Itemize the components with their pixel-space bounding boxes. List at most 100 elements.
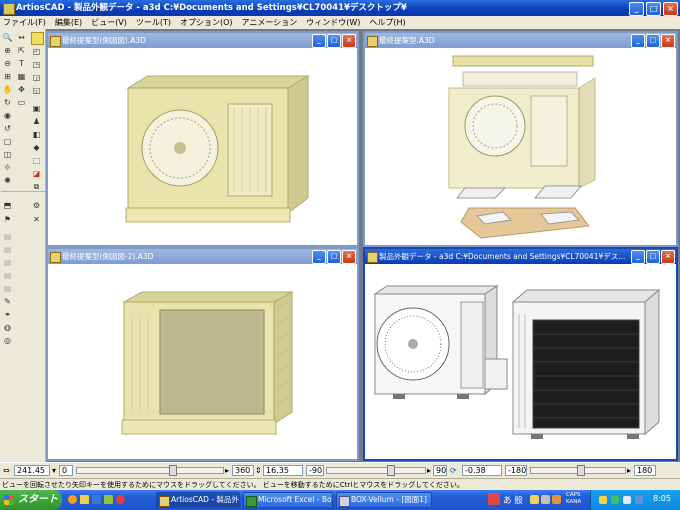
viewer-window-main[interactable]: 最終提案型.A3D _ □ × (363, 31, 678, 247)
window-icon[interactable]: ▭ (16, 97, 27, 108)
security-icon[interactable] (611, 496, 619, 504)
select-box-icon[interactable]: ▢ (2, 136, 13, 147)
3d-viewport[interactable] (365, 48, 676, 245)
globe-icon[interactable]: ◍ (2, 322, 13, 333)
min-elevation-field[interactable]: -90 (306, 465, 324, 476)
window-close-button[interactable]: × (342, 34, 356, 48)
folder-quicklaunch-icon[interactable] (80, 495, 89, 504)
menu-window[interactable]: ウィンドウ(W) (306, 17, 360, 28)
window-close-button[interactable]: × (661, 34, 675, 48)
viewer-window-side[interactable]: 最終提案型(側図図).A3D _ □ × (46, 31, 359, 247)
viewer-window-side-2[interactable]: 最終提案型(側図図-2).A3D _ □ × (46, 247, 359, 461)
menu-view[interactable]: ビュー(V) (91, 17, 127, 28)
distance-field[interactable]: 241.45 (14, 465, 50, 476)
slider-arrow-icon[interactable]: ▸ (427, 465, 431, 476)
roll-field[interactable]: -0.38 (462, 465, 502, 476)
max-angle-field[interactable]: 360 (232, 465, 254, 476)
desktop-quicklaunch-icon[interactable] (104, 495, 113, 504)
cube-small-icon[interactable]: ◫ (2, 149, 13, 160)
move-icon[interactable]: ✥ (16, 84, 27, 95)
3d-viewport[interactable] (365, 264, 676, 459)
window-close-button[interactable]: × (342, 250, 356, 264)
animate-icon[interactable]: ⚙ (31, 200, 42, 211)
slider-thumb[interactable] (387, 465, 395, 476)
volume-icon[interactable] (623, 496, 631, 504)
app-quicklaunch-icon[interactable] (116, 495, 125, 504)
task-box-vellum[interactable]: BOX-Vellum - [図面1] (336, 492, 432, 508)
zoom-icon[interactable]: 🔍 (2, 32, 13, 43)
task-excel[interactable]: Microsoft Excel - Bo... (243, 492, 333, 508)
pencil-icon[interactable]: ✎ (2, 296, 13, 307)
task-artioscad[interactable]: ArtiosCAD - 製品外... (156, 492, 240, 508)
roll-slider[interactable] (530, 465, 626, 476)
start-button[interactable]: スタート (0, 490, 62, 510)
light-bulb-icon[interactable]: ☼ (2, 162, 13, 173)
menu-tools[interactable]: ツール(T) (136, 17, 171, 28)
text-icon[interactable]: T (16, 58, 27, 69)
firefox-quicklaunch-icon[interactable] (68, 495, 77, 504)
slider-arrow-icon[interactable]: ▸ (225, 465, 229, 476)
camera-icon[interactable]: ▣ (31, 103, 42, 114)
cube-top-icon[interactable]: ◲ (31, 72, 42, 83)
window-close-button[interactable]: × (661, 250, 675, 264)
zoom-out-icon[interactable]: ⊖ (2, 58, 13, 69)
min-angle-field[interactable]: 0 (59, 465, 73, 476)
network-icon[interactable] (599, 496, 607, 504)
window-minimize-button[interactable]: _ (631, 34, 645, 48)
zoom-fit-icon[interactable]: ⊞ (2, 71, 13, 82)
cube-red-icon[interactable]: ◪ (31, 168, 42, 179)
min-roll-field[interactable]: -180 (505, 465, 527, 476)
window-maximize-button[interactable]: □ (327, 34, 341, 48)
cube-wire-icon[interactable]: ⬚ (31, 155, 42, 166)
3d-viewport[interactable] (48, 264, 357, 459)
ime-settings-icon[interactable] (552, 495, 561, 504)
rotate-icon[interactable]: ↺ (2, 123, 13, 134)
distance-spin-icon[interactable]: ▾ (52, 465, 56, 476)
viewer-window-product[interactable]: 製品外観データ - a3d C:¥Documents and Settings¥… (363, 247, 678, 461)
window-minimize-button[interactable]: _ (631, 250, 645, 264)
cube-front-icon[interactable]: ◰ (31, 46, 42, 57)
max-elevation-field[interactable]: 90 (433, 465, 447, 476)
elevation-field[interactable]: 16.35 (263, 465, 303, 476)
3d-viewport[interactable] (48, 48, 357, 245)
horizontal-rotate-slider[interactable] (76, 465, 224, 476)
measure-icon[interactable]: ↔ (16, 32, 27, 43)
link-icon[interactable]: ⚭ (2, 309, 13, 320)
window-title-bar[interactable]: 最終提案型.A3D _ □ × (365, 33, 676, 48)
window-maximize-button[interactable]: □ (327, 250, 341, 264)
window-maximize-button[interactable]: □ (646, 34, 660, 48)
pan-icon[interactable]: ✋ (2, 84, 13, 95)
window-title-bar[interactable]: 製品外観データ - a3d C:¥Documents and Settings¥… (365, 249, 676, 264)
select-arrow-icon[interactable]: ⇱ (16, 45, 27, 56)
cube-iso-icon[interactable]: ◱ (31, 85, 42, 96)
minimize-button[interactable]: _ (629, 2, 644, 16)
ime-tool-icon[interactable] (488, 493, 500, 505)
ime-dictionary-icon[interactable] (530, 495, 539, 504)
window-minimize-button[interactable]: _ (312, 34, 326, 48)
light-settings-icon[interactable]: ✺ (2, 175, 13, 186)
menu-animation[interactable]: アニメーション (242, 17, 298, 28)
ie-quicklaunch-icon[interactable] (92, 495, 101, 504)
maximize-button[interactable]: □ (646, 2, 661, 16)
person-icon[interactable]: ♟ (31, 116, 42, 127)
menu-options[interactable]: オプション(O) (180, 17, 233, 28)
clock[interactable]: 8:05 (653, 494, 671, 503)
menu-edit[interactable]: 編集(E) (55, 17, 82, 28)
tools-icon[interactable]: ✕ (31, 214, 42, 225)
slider-thumb[interactable] (577, 465, 585, 476)
flag-icon[interactable]: ⚑ (2, 214, 13, 225)
window-title-bar[interactable]: 最終提案型(側図図-2).A3D _ □ × (48, 249, 357, 264)
vertical-rotate-slider[interactable] (326, 465, 426, 476)
max-roll-field[interactable]: 180 (634, 465, 656, 476)
grid-icon[interactable]: ▦ (16, 71, 27, 82)
slider-thumb[interactable] (169, 465, 177, 476)
paint-icon[interactable]: ◆ (31, 142, 42, 153)
refresh-icon[interactable]: ↻ (2, 97, 13, 108)
update-icon[interactable] (635, 496, 643, 504)
menu-help[interactable]: ヘルプ(H) (369, 17, 405, 28)
slider-arrow-icon[interactable]: ▸ (627, 465, 631, 476)
window-minimize-button[interactable]: _ (312, 250, 326, 264)
window-title-bar[interactable]: 最終提案型(側図図).A3D _ □ × (48, 33, 357, 48)
ime-pad-icon[interactable] (541, 495, 550, 504)
zoom-in-icon[interactable]: ⊕ (2, 45, 13, 56)
